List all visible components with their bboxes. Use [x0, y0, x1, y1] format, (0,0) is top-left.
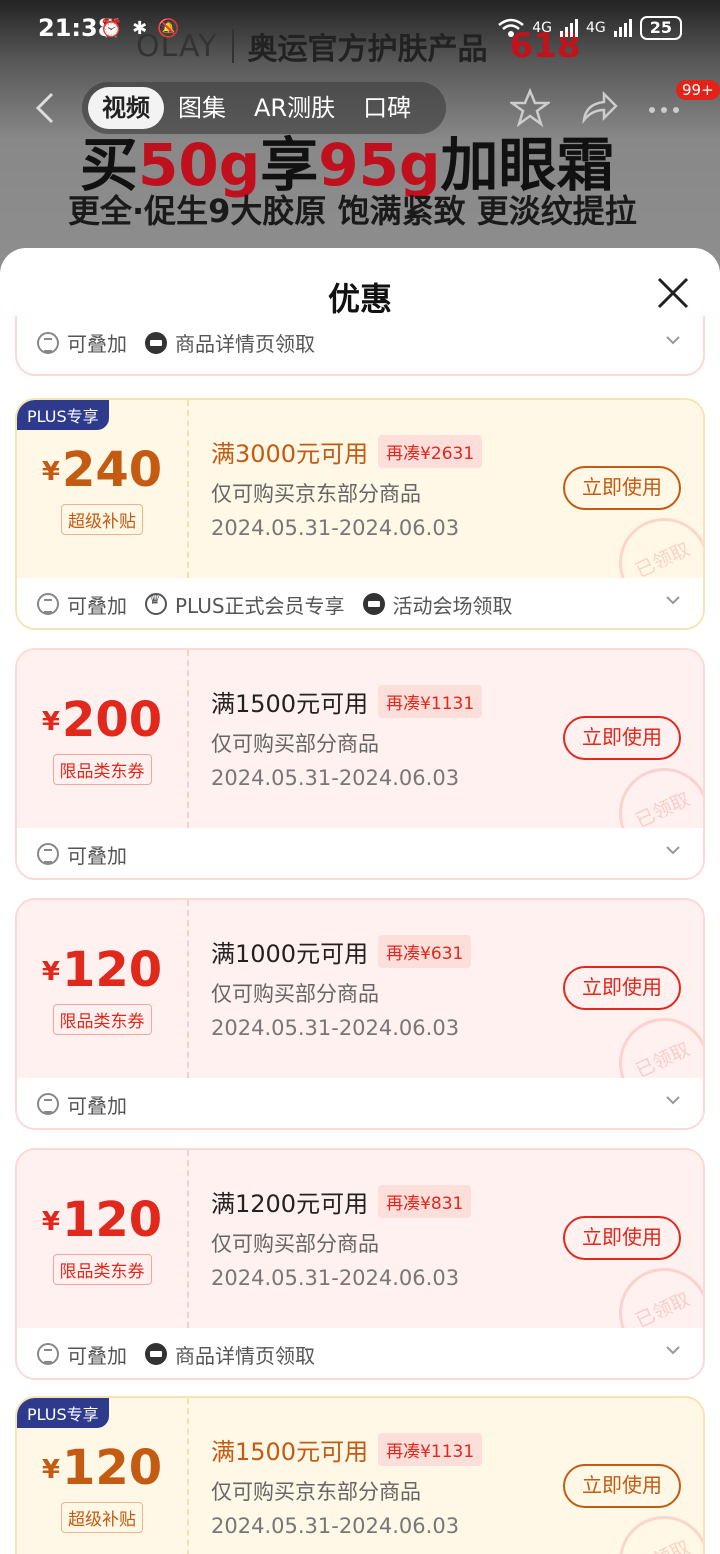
claim-source-info: 商品详情页领取: [145, 1340, 315, 1369]
stack-icon: [37, 593, 59, 615]
use-now-button[interactable]: 立即使用: [563, 466, 681, 510]
wifi-icon: [498, 18, 525, 37]
tab-ar-skin-test[interactable]: AR测肤: [240, 87, 349, 129]
coupon-scope: 仅可购买部分商品: [211, 732, 379, 756]
close-icon[interactable]: [656, 276, 690, 310]
coupon-card-partial: 可叠加 商品详情页领取: [15, 316, 705, 376]
message-count-badge: 99+: [676, 80, 720, 100]
coupon-footer: 可叠加: [17, 1078, 703, 1128]
ticket-icon: [362, 593, 385, 615]
coupon-divider: [187, 400, 189, 578]
coupon-footer: 可叠加 商品详情页领取: [17, 1328, 703, 1378]
media-tabs: 视频 图集 AR测肤 口碑: [82, 82, 446, 134]
coupon-scope: 仅可购买部分商品: [211, 982, 379, 1006]
coupon-condition: 满1000元可用 再凑¥631: [211, 934, 472, 969]
coupon-sheet: 优惠 可叠加 商品详情页领取 PLUS专享 ¥240 超级补贴 满3000元可用…: [0, 248, 720, 1554]
remaining-amount-badge: 再凑¥2631: [378, 435, 483, 468]
signal-icon-2: [613, 19, 632, 37]
coupon-card: PLUS专享 ¥120 超级补贴 满1500元可用 再凑¥1131 仅可购买京东部…: [15, 1396, 705, 1554]
back-arrow-icon[interactable]: [30, 90, 60, 126]
coupon-card: ¥120 限品类东券 满1200元可用 再凑¥831 仅可购买部分商品 2024.…: [15, 1148, 705, 1380]
coupon-condition: 满1500元可用 再凑¥1131: [211, 1432, 483, 1467]
remaining-amount-badge: 再凑¥631: [378, 935, 472, 968]
claimed-stamp: 已领取: [604, 1501, 703, 1554]
stack-icon: [37, 843, 59, 865]
tab-video[interactable]: 视频: [88, 87, 164, 129]
coupon-card: PLUS专享 ¥240 超级补贴 满3000元可用 再凑¥2631 仅可购买京东部…: [15, 398, 705, 630]
coupon-amount: ¥120: [41, 1440, 163, 1496]
coupon-card: ¥120 限品类东券 满1000元可用 再凑¥631 仅可购买部分商品 2024.…: [15, 898, 705, 1130]
stackable-info: 可叠加: [37, 590, 127, 619]
stackable-info: 可叠加: [37, 328, 127, 357]
chevron-down-icon[interactable]: [665, 592, 681, 608]
coupon-type-tag: 超级补贴: [17, 504, 187, 535]
share-icon[interactable]: [578, 88, 618, 128]
use-now-button[interactable]: 立即使用: [563, 1464, 681, 1508]
stackable-info: 可叠加: [37, 1090, 127, 1119]
coupon-type-tag: 限品类东券: [17, 1004, 187, 1035]
coupon-amount: ¥120: [41, 1192, 163, 1248]
coupon-footer: 可叠加 PLUS正式会员专享 活动会场领取: [17, 578, 703, 628]
ticket-icon: [145, 1343, 167, 1365]
tab-gallery[interactable]: 图集: [164, 87, 240, 129]
coupon-footer: 可叠加: [17, 828, 703, 878]
claim-source-info: 商品详情页领取: [145, 328, 315, 357]
promo-subline: 更全·促生9大胶原 饱满紧致 更淡纹提拉: [68, 192, 637, 230]
stack-icon: [37, 1343, 59, 1365]
use-now-button[interactable]: 立即使用: [563, 1216, 681, 1260]
coupon-amount: ¥240: [41, 442, 163, 498]
remaining-amount-badge: 再凑¥1131: [378, 685, 483, 718]
status-bar: 21:38 ⏰ ✱ 🔕 4G 4G 25: [0, 0, 720, 60]
coupon-validity: 2024.05.31-2024.06.03: [211, 1266, 460, 1290]
remaining-amount-badge: 再凑¥831: [378, 1185, 472, 1218]
battery-indicator: 25: [639, 16, 682, 40]
use-now-button[interactable]: 立即使用: [563, 716, 681, 760]
sheet-title: 优惠: [327, 280, 392, 318]
status-right: 4G 4G 25: [498, 16, 682, 40]
stack-icon: [37, 1093, 59, 1115]
ticket-icon: [145, 331, 167, 354]
coupon-validity: 2024.05.31-2024.06.03: [211, 1514, 460, 1538]
favorite-star-icon[interactable]: [510, 88, 550, 128]
coupon-validity: 2024.05.31-2024.06.03: [211, 766, 460, 790]
chevron-down-icon[interactable]: [665, 1342, 681, 1358]
use-now-button[interactable]: 立即使用: [563, 966, 681, 1010]
coupon-validity: 2024.05.31-2024.06.03: [211, 516, 460, 540]
coupon-type-tag: 超级补贴: [17, 1502, 187, 1533]
coupon-divider: [187, 1150, 189, 1328]
coupon-card: ¥200 限品类东券 满1500元可用 再凑¥1131 仅可购买部分商品 2024…: [15, 648, 705, 880]
coupon-type-tag: 限品类东券: [17, 754, 187, 785]
signal-2-label: 4G: [585, 20, 606, 36]
status-notification-icons: ⏰ ✱ 🔕: [100, 18, 182, 39]
coupon-condition: 满1500元可用 再凑¥1131: [211, 684, 483, 719]
chevron-down-icon[interactable]: [665, 842, 681, 858]
tab-reviews[interactable]: 口碑: [349, 87, 425, 129]
coupon-validity: 2024.05.31-2024.06.03: [211, 1016, 460, 1040]
member-info: PLUS正式会员专享: [145, 590, 345, 619]
coupon-scope: 仅可购买京东部分商品: [211, 482, 421, 506]
coupon-condition: 满1200元可用 再凑¥831: [211, 1184, 472, 1219]
plus-exclusive-badge: PLUS专享: [17, 400, 109, 430]
coupon-divider: [187, 1398, 189, 1554]
chevron-down-icon[interactable]: [665, 1092, 681, 1108]
coupon-divider: [187, 900, 189, 1078]
chevron-down-icon[interactable]: [665, 332, 681, 348]
remaining-amount-badge: 再凑¥1131: [378, 1433, 483, 1466]
plus-exclusive-badge: PLUS专享: [17, 1398, 109, 1428]
coupon-condition: 满3000元可用 再凑¥2631: [211, 434, 483, 469]
signal-icon: [559, 19, 578, 37]
signal-1-label: 4G: [532, 20, 552, 36]
coupon-amount: ¥200: [41, 692, 163, 748]
coupon-divider: [187, 650, 189, 828]
coupon-type-tag: 限品类东券: [17, 1254, 187, 1285]
coupon-scope: 仅可购买部分商品: [211, 1232, 379, 1256]
claim-source-info: 活动会场领取: [362, 590, 513, 619]
stackable-info: 可叠加: [37, 840, 127, 869]
stack-icon: [37, 331, 59, 354]
crown-icon: [145, 593, 167, 615]
coupon-scope: 仅可购买京东部分商品: [211, 1480, 421, 1504]
coupon-amount: ¥120: [41, 942, 163, 998]
stackable-info: 可叠加: [37, 1340, 127, 1369]
